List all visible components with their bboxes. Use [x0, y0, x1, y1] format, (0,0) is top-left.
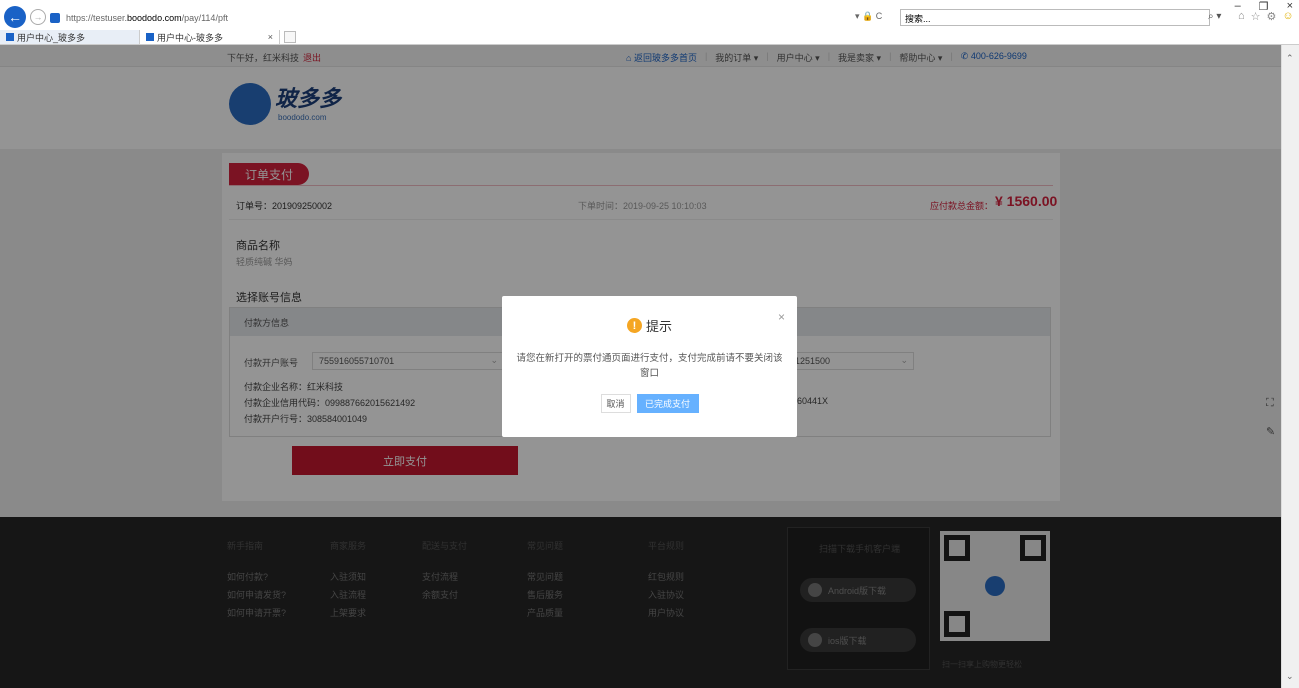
cancel-button[interactable]: 取消 — [600, 394, 631, 413]
prompt-dialog: × ! 提示 请您在新打开的票付通页面进行支付，支付完成前请不要关闭该窗口 取消… — [502, 296, 797, 437]
home-icon[interactable]: ⌂ — [1238, 10, 1245, 23]
settings-gear-icon[interactable]: ⚙ — [1267, 10, 1277, 23]
tab-label: 用户中心-玻多多 — [157, 32, 223, 43]
tab-favicon-icon — [146, 33, 154, 41]
site-favicon-icon — [50, 13, 60, 23]
address-bar[interactable]: https://testuser.boododo.com/pay/114/pft — [50, 11, 898, 25]
browser-search-input[interactable]: 搜索... — [900, 9, 1210, 26]
favorites-star-icon[interactable]: ☆ — [1251, 10, 1261, 23]
dialog-title: ! 提示 — [502, 316, 797, 335]
back-arrow-icon[interactable]: ← — [4, 6, 26, 28]
url-text: https://testuser.boododo.com/pay/114/pft — [66, 13, 228, 23]
dialog-message: 请您在新打开的票付通页面进行支付，支付完成前请不要关闭该窗口 — [516, 353, 783, 379]
warning-icon: ! — [626, 318, 642, 333]
dialog-buttons: 取消 已完成支付 — [502, 394, 797, 413]
scroll-down-icon[interactable]: ⌄ — [1286, 671, 1294, 682]
tab-bar: 用户中心_玻多多 用户中心-玻多多 × — [0, 30, 1299, 44]
search-icon[interactable]: ⌕ ▾ — [1208, 11, 1221, 22]
tab-close-icon[interactable]: × — [268, 32, 273, 42]
scroll-up-icon[interactable]: ⌃ — [1286, 53, 1294, 64]
new-tab-button[interactable] — [284, 31, 296, 43]
tab-label: 用户中心_玻多多 — [17, 32, 86, 43]
dialog-title-text: 提示 — [645, 319, 672, 334]
tab-user-center-1[interactable]: 用户中心_玻多多 — [0, 30, 140, 44]
scrollbar[interactable]: ⌃ ⌄ — [1281, 45, 1299, 688]
browser-chrome: – ❐ × ← → https://testuser.boododo.com/p… — [0, 0, 1299, 45]
forward-arrow-icon[interactable]: → — [30, 9, 46, 25]
tab-favicon-icon — [6, 33, 14, 41]
tab-user-center-2[interactable]: 用户中心-玻多多 × — [140, 30, 280, 44]
feedback-smiley-icon[interactable]: ☺ — [1282, 10, 1293, 23]
browser-toolbar: ⌂ ☆ ⚙ ☺ — [1238, 10, 1294, 23]
payment-complete-button[interactable]: 已完成支付 — [636, 394, 699, 413]
address-actions[interactable]: ▾ 🔒 C — [855, 11, 882, 22]
